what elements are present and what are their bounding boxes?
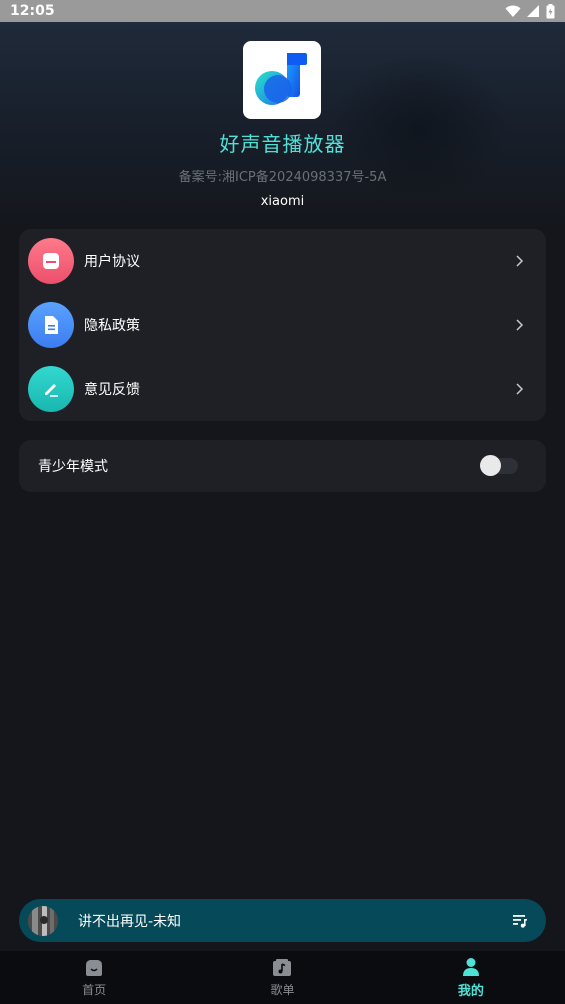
menu-label: 用户协议 <box>84 254 140 270</box>
nav-label: 首页 <box>82 982 107 997</box>
nav-item-mine[interactable]: 我的 <box>377 951 565 1004</box>
profile-icon <box>462 957 479 976</box>
nav-label: 我的 <box>457 983 484 999</box>
app-title: 好声音播放器 <box>219 132 346 156</box>
agreement-icon <box>28 238 74 284</box>
chevron-right-icon <box>516 319 524 331</box>
edit-pencil-icon <box>28 366 74 412</box>
music-note-logo <box>255 53 307 105</box>
app-logo <box>243 41 321 119</box>
status-time: 12:05 <box>10 3 55 19</box>
mini-player[interactable]: 讲不出再见-未知 <box>19 899 546 942</box>
signal-icon <box>527 4 539 17</box>
document-icon <box>28 302 74 348</box>
now-playing-title: 讲不出再见-未知 <box>78 913 182 930</box>
playlist-icon[interactable] <box>512 914 528 928</box>
menu-item-privacy-policy[interactable]: 隐私政策 <box>19 293 546 357</box>
menu-label: 意见反馈 <box>84 382 140 398</box>
menu-item-user-agreement[interactable]: 用户协议 <box>19 229 546 293</box>
chevron-right-icon <box>516 255 524 267</box>
home-icon <box>86 959 103 976</box>
teen-mode-label: 青少年模式 <box>38 459 108 475</box>
status-bar: 12:05 <box>0 0 565 22</box>
toggle-knob <box>480 455 501 476</box>
music-album-icon <box>273 958 292 976</box>
album-cover <box>28 905 58 936</box>
teen-mode-row: 青少年模式 <box>19 440 546 492</box>
nav-label: 歌单 <box>270 982 295 997</box>
settings-menu: 用户协议 隐私政策 意见反馈 <box>19 229 546 421</box>
icp-license: 备案号:湘ICP备2024098337号-5A <box>178 170 387 185</box>
chevron-right-icon <box>516 383 524 395</box>
nav-item-home[interactable]: 首页 <box>0 951 188 1004</box>
menu-label: 隐私政策 <box>84 318 140 334</box>
teen-mode-toggle[interactable] <box>480 455 518 476</box>
battery-icon <box>546 3 555 18</box>
nav-item-playlist[interactable]: 歌单 <box>188 951 376 1004</box>
vendor-name: xiaomi <box>260 194 305 209</box>
status-icons <box>505 3 555 19</box>
wifi-icon <box>505 5 521 17</box>
menu-item-feedback[interactable]: 意见反馈 <box>19 357 546 421</box>
bottom-nav: 首页 歌单 我的 <box>0 951 565 1004</box>
